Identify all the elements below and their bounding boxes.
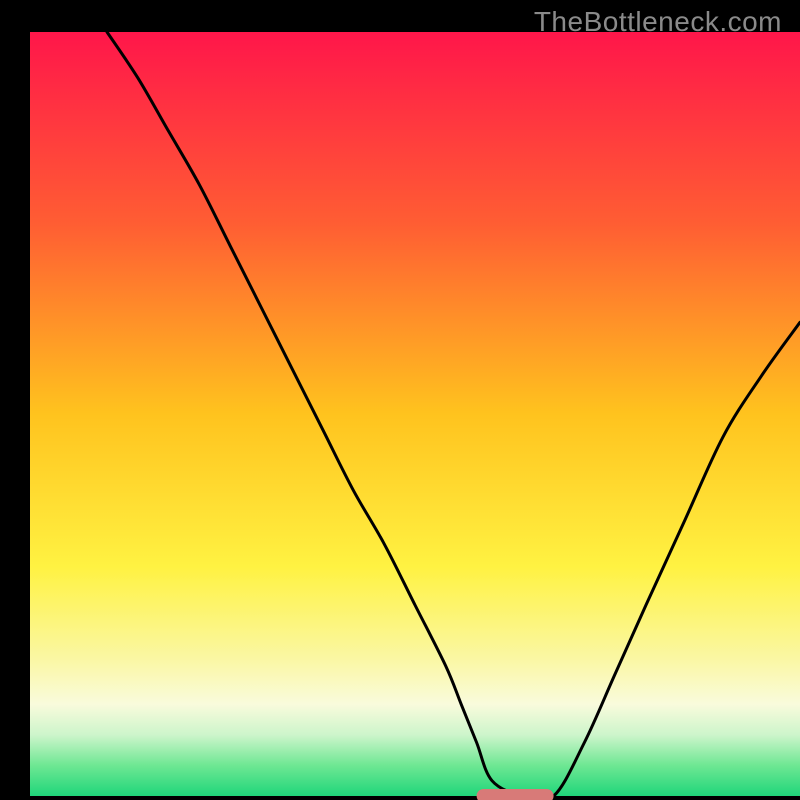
bottleneck-chart bbox=[0, 0, 800, 800]
gradient-background bbox=[30, 32, 800, 796]
watermark-text: TheBottleneck.com bbox=[534, 6, 782, 38]
optimal-marker bbox=[477, 789, 554, 800]
chart-frame: TheBottleneck.com bbox=[0, 0, 800, 800]
